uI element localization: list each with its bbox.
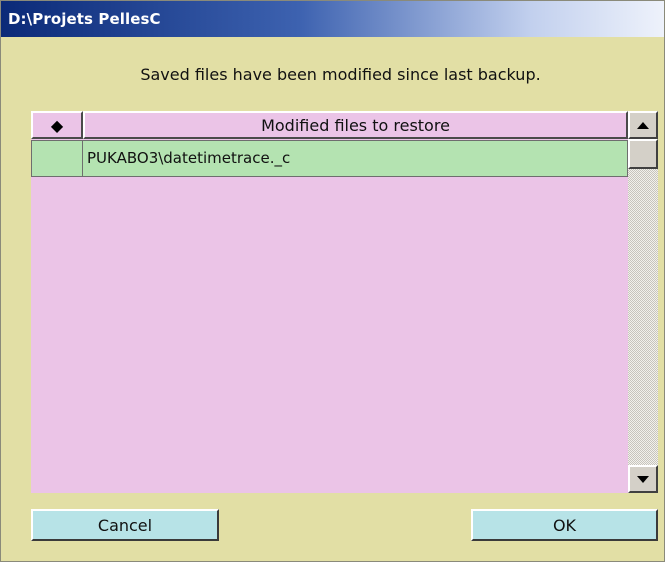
table-row[interactable]: PUKABO3\datetimetrace._c — [31, 140, 628, 177]
backup-message: Saved files have been modified since las… — [140, 65, 541, 84]
scroll-thumb[interactable] — [628, 139, 658, 169]
column-header-mark[interactable]: ◆ — [31, 111, 83, 139]
diamond-icon: ◆ — [50, 115, 64, 135]
vertical-scrollbar[interactable] — [628, 111, 658, 493]
triangle-down-icon — [637, 475, 649, 483]
title-bar[interactable]: D:\Projets PellesC — [1, 1, 664, 37]
window-title: D:\Projets PellesC — [8, 10, 161, 28]
row-mark-cell[interactable] — [31, 140, 83, 177]
restore-dialog: D:\Projets PellesC Saved files have been… — [0, 0, 665, 562]
scroll-down-button[interactable] — [628, 465, 658, 493]
ok-button[interactable]: OK — [471, 509, 658, 541]
cancel-button[interactable]: Cancel — [31, 509, 219, 541]
triangle-up-icon — [637, 121, 649, 129]
scroll-up-button[interactable] — [628, 111, 658, 139]
column-header-files[interactable]: Modified files to restore — [83, 111, 628, 139]
modified-files-list: ◆ Modified files to restore PUKABO3\date… — [31, 111, 658, 493]
row-file-name[interactable]: PUKABO3\datetimetrace._c — [82, 140, 628, 177]
